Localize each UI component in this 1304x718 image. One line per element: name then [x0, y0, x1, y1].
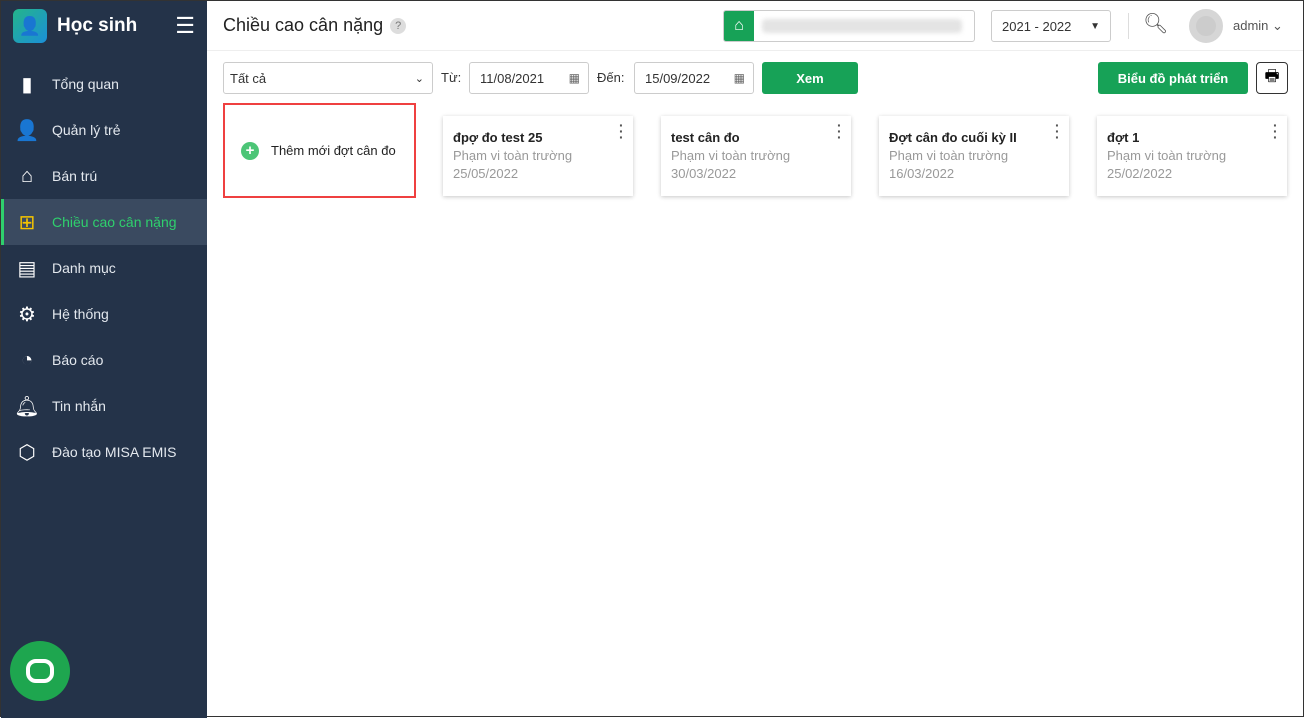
chat-icon	[26, 659, 54, 683]
card-scope: Phạm vi toàn trường	[889, 148, 1009, 163]
card-name: Đợt cân đo cuối kỳ II	[889, 130, 1017, 145]
card-date: 30/03/2022	[671, 166, 737, 181]
plus-icon: +	[241, 141, 259, 160]
measurement-card[interactable]: test cân đo Phạm vi toàn trường 30/03/2022…	[661, 116, 851, 196]
school-name-blurred	[762, 19, 962, 33]
sidebar: 👤 Học sinh ☰ ▮ Tổng quan 👤 Quản lý trẻ ⌂ Bá…	[1, 1, 207, 718]
chevron-down-icon: ▼	[1090, 20, 1100, 32]
pie-chart-icon: ◔	[20, 348, 34, 371]
card-date: 25/05/2022	[453, 166, 519, 181]
sidebar-item-quan-ly-tre[interactable]: 👤 Quản lý trẻ	[1, 107, 207, 153]
brand: 👤 Học sinh ☰	[1, 1, 207, 51]
sidebar-item-ban-tru[interactable]: ⌂ Bán trú	[1, 153, 207, 199]
username: admin	[1233, 18, 1269, 33]
sidebar-item-danh-muc[interactable]: ▤ Danh mục	[1, 245, 207, 291]
divider	[1128, 13, 1129, 39]
header: Chiều cao cân nặng ? ⌂ 2021 - 2022 ▼ 🔍︎ a…	[207, 1, 1303, 51]
sidebar-item-label: Danh mục	[52, 260, 116, 276]
add-measurement-button[interactable]: + Thêm mới đợt cân đo	[223, 103, 416, 198]
person-icon: 👤	[14, 119, 40, 142]
year-value: 2021 - 2022	[1002, 18, 1072, 34]
measurement-card[interactable]: đpợ đo test 25 Phạm vi toàn trường 25/05/2…	[443, 116, 633, 196]
more-options-icon[interactable]: · · ·	[1273, 118, 1278, 144]
search-chart-icon[interactable]: 🔍︎	[1143, 11, 1168, 36]
add-label: Thêm mới đợt cân đo	[271, 143, 396, 158]
avatar[interactable]	[1189, 9, 1223, 43]
chat-button[interactable]	[10, 641, 70, 701]
bell-icon: 🔔︎	[14, 395, 40, 418]
card-scope: Phạm vi toàn trường	[1107, 148, 1227, 163]
filter-value: Tất cả	[230, 70, 267, 86]
school-selector[interactable]: ⌂	[723, 10, 975, 42]
sidebar-item-tin-nhan[interactable]: 🔔︎ Tin nhắn	[1, 383, 207, 429]
calendar-icon[interactable]: ▦	[569, 71, 580, 85]
student-logo-icon: 👤	[13, 9, 47, 43]
folder-icon: ▤	[17, 257, 37, 280]
to-date-value: 15/09/2022	[645, 70, 711, 86]
gear-icon: ⚙	[18, 303, 36, 326]
card-name: đợt 1	[1107, 130, 1140, 145]
page-title: Chiều cao cân nặng	[223, 15, 384, 35]
help-icon[interactable]: ?	[390, 17, 407, 34]
sidebar-item-label: Hệ thống	[52, 306, 109, 322]
school-icon: ⌂	[724, 11, 754, 41]
sidebar-item-label: Bán trú	[52, 168, 98, 184]
card-date: 25/02/2022	[1107, 166, 1173, 181]
sidebar-item-label: Đào tạo MISA EMIS	[52, 444, 177, 460]
measurement-card[interactable]: Đợt cân đo cuối kỳ II Phạm vi toàn trường…	[879, 116, 1069, 196]
house-icon: ⌂	[20, 164, 34, 187]
calendar-icon[interactable]: ▦	[734, 71, 745, 85]
card-date: 16/03/2022	[889, 166, 955, 181]
more-options-icon[interactable]: · · ·	[1055, 118, 1060, 144]
sidebar-item-he-thong[interactable]: ⚙ Hệ thống	[1, 291, 207, 337]
from-date-value: 11/08/2021	[480, 70, 545, 86]
sidebar-item-chieu-cao-can-nang[interactable]: ⊞ Chiều cao cân nặng	[1, 199, 207, 245]
user-menu[interactable]: admin ⌄	[1233, 18, 1283, 34]
printer-icon: 🖶	[1264, 67, 1280, 85]
to-label: Đến:	[597, 70, 625, 85]
view-button[interactable]: Xem	[762, 62, 858, 94]
card-name: test cân đo	[671, 130, 740, 145]
sidebar-item-label: Tổng quan	[52, 76, 119, 92]
year-select[interactable]: 2021 - 2022 ▼	[991, 10, 1111, 42]
bar-chart-icon: ▮	[21, 73, 33, 96]
from-date-input[interactable]: 11/08/2021 ▦	[469, 62, 589, 94]
to-date-input[interactable]: 15/09/2022 ▦	[634, 62, 754, 94]
sidebar-item-bao-cao[interactable]: ◔ Báo cáo	[1, 337, 207, 383]
cube-icon: ⬡	[18, 441, 36, 464]
growth-chart-button[interactable]: Biểu đồ phát triển	[1098, 62, 1248, 94]
sidebar-item-dao-tao[interactable]: ⬡ Đào tạo MISA EMIS	[1, 429, 207, 475]
from-label: Từ:	[441, 70, 462, 85]
card-name: đpợ đo test 25	[453, 130, 543, 145]
menu-icon[interactable]: ☰	[175, 13, 195, 39]
sidebar-item-tong-quan[interactable]: ▮ Tổng quan	[1, 61, 207, 107]
card-scope: Phạm vi toàn trường	[453, 148, 573, 163]
sidebar-item-label: Quản lý trẻ	[52, 122, 121, 138]
sidebar-item-label: Tin nhắn	[52, 398, 106, 414]
app-name: Học sinh	[57, 15, 138, 36]
more-options-icon[interactable]: · · ·	[619, 118, 624, 144]
print-button[interactable]: 🖶	[1256, 62, 1288, 94]
card-scope: Phạm vi toàn trường	[671, 148, 791, 163]
filter-select[interactable]: Tất cả ⌄	[223, 62, 433, 94]
sidebar-item-label: Chiều cao cân nặng	[52, 214, 177, 230]
medkit-icon: ⊞	[18, 211, 36, 234]
sidebar-item-label: Báo cáo	[52, 352, 104, 368]
chevron-down-icon: ⌄	[414, 72, 424, 85]
more-options-icon[interactable]: · · ·	[837, 118, 842, 144]
measurement-card[interactable]: đợt 1 Phạm vi toàn trường 25/02/2022 · · ·	[1097, 116, 1287, 196]
